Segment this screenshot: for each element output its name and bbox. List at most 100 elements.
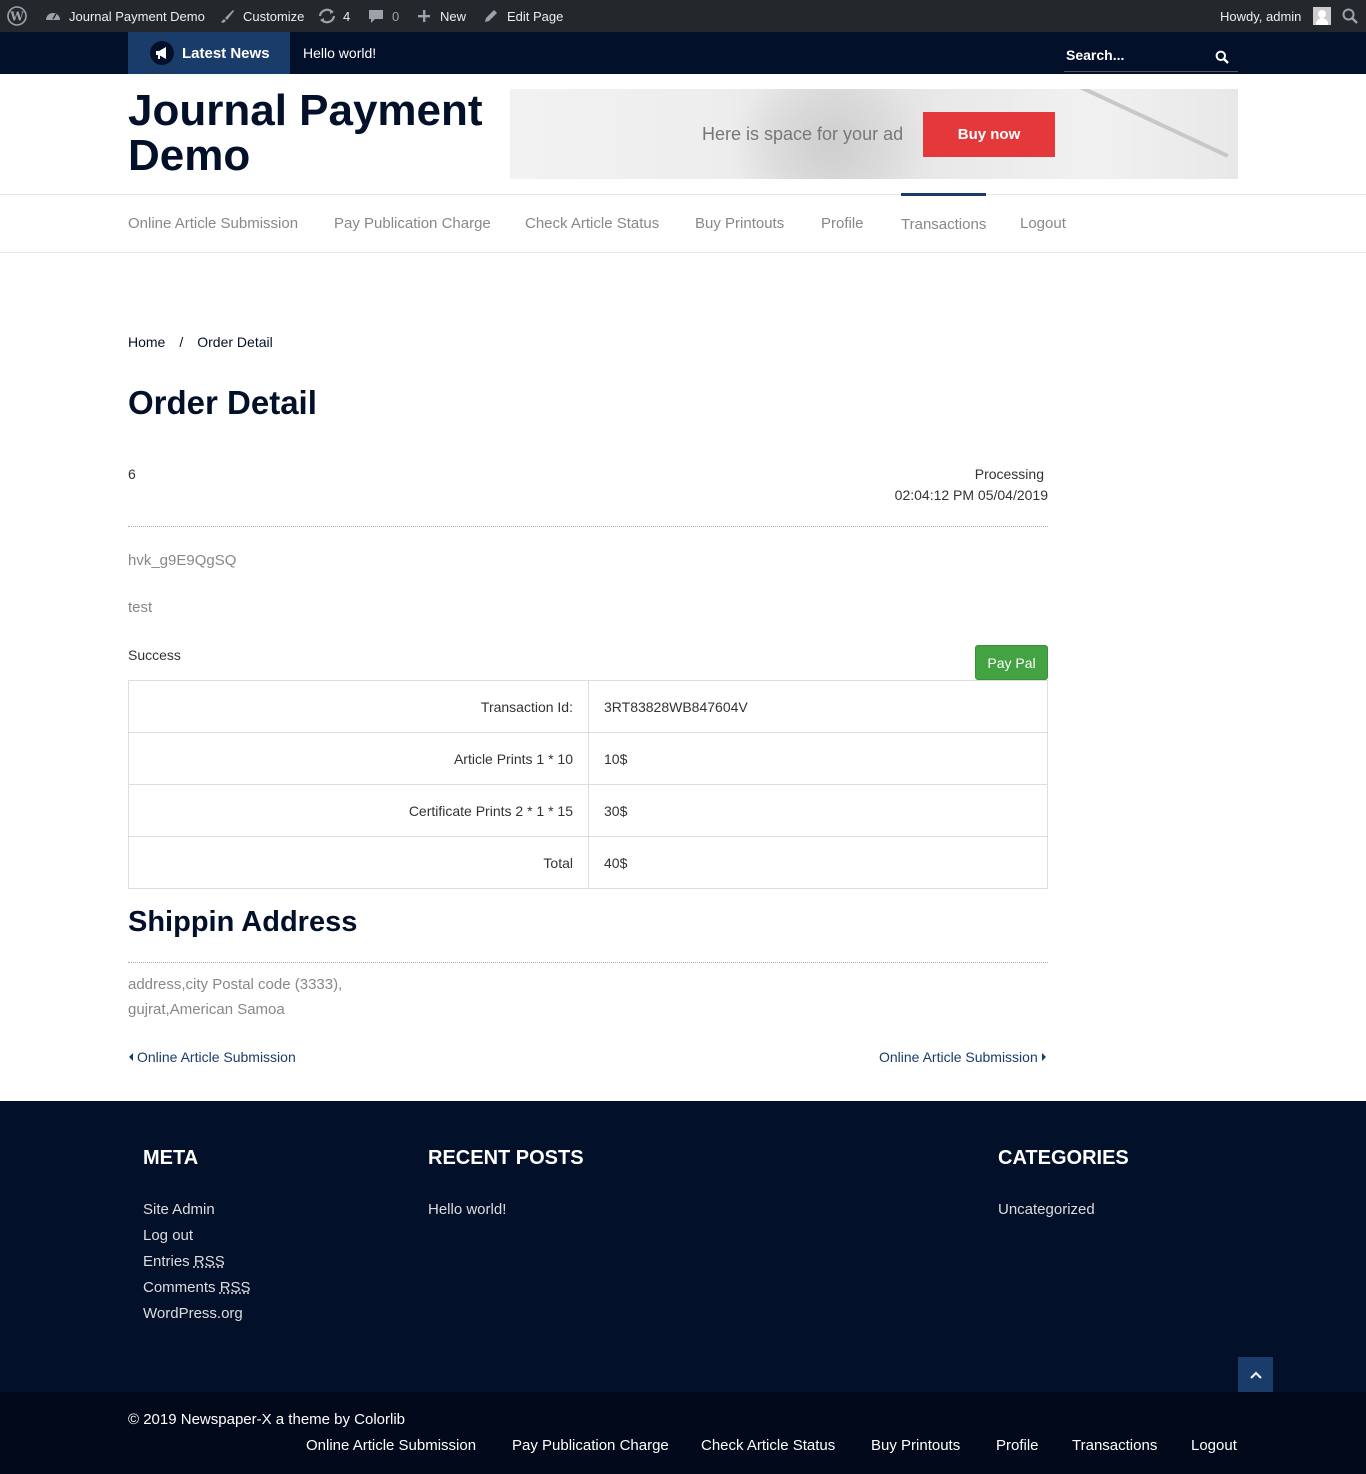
avatar <box>1313 7 1332 25</box>
search-input[interactable] <box>1064 47 1194 63</box>
buy-now-button[interactable]: Buy now <box>923 112 1055 157</box>
main-nav: Online Article Submission Pay Publicatio… <box>0 193 1366 253</box>
breadcrumb-separator: / <box>179 334 184 350</box>
account-menu[interactable]: Howdy, admin <box>1220 0 1332 32</box>
table-cell-value: 10$ <box>588 732 1048 785</box>
breadcrumb: Home / Order Detail <box>128 334 273 350</box>
caret-left-icon <box>129 1053 133 1061</box>
category-link[interactable]: Uncategorized <box>998 1201 1095 1218</box>
ad-banner: Here is space for your ad Buy now <box>510 89 1238 179</box>
nav-transactions[interactable]: Transactions <box>901 193 987 252</box>
nav-buy-printouts[interactable]: Buy Printouts <box>695 195 784 252</box>
comments-label: Comments <box>143 1279 216 1296</box>
plus-icon <box>414 6 434 26</box>
copyright: © 2019 Newspaper-X a theme by Colorlib <box>128 1411 406 1428</box>
updates-link[interactable]: 4 <box>317 0 350 32</box>
breadcrumb-home[interactable]: Home <box>128 334 165 350</box>
customize-label: Customize <box>243 8 305 24</box>
entries-label: Entries <box>143 1253 190 1270</box>
back-to-top-button[interactable] <box>1238 1357 1273 1392</box>
dashboard-icon <box>43 6 63 26</box>
admin-bar: W Journal Payment Demo Customize 4 0 New <box>0 0 1366 32</box>
footer-nav-check-article-status[interactable]: Check Article Status <box>701 1437 835 1454</box>
table-cell-value: 40$ <box>588 836 1048 889</box>
latest-news-headline[interactable]: Hello world! <box>303 32 376 74</box>
megaphone-icon <box>150 41 174 65</box>
table-cell-label: Transaction Id: <box>128 680 589 733</box>
chevron-up-icon <box>1249 1371 1262 1379</box>
payment-status: Success <box>128 647 181 663</box>
rss-abbr: RSS <box>193 1253 225 1270</box>
footer: META Site Admin Log out Entries RSS Comm… <box>0 1101 1366 1392</box>
next-post-label: Online Article Submission <box>879 1049 1038 1065</box>
log-out-link[interactable]: Log out <box>143 1227 193 1244</box>
latest-news-badge: Latest News <box>128 32 290 74</box>
footer-nav-pay-publication-charge[interactable]: Pay Publication Charge <box>512 1437 669 1454</box>
wordpress-org-link[interactable]: WordPress.org <box>143 1305 243 1322</box>
order-code: hvk_g9E9QgSQ <box>128 552 237 569</box>
next-post-link[interactable]: Online Article Submission <box>879 1049 1047 1065</box>
nav-check-article-status[interactable]: Check Article Status <box>525 195 659 252</box>
footer-nav-transactions[interactable]: Transactions <box>1072 1437 1157 1454</box>
footer-nav-profile[interactable]: Profile <box>996 1437 1039 1454</box>
rss-abbr: RSS <box>219 1279 251 1296</box>
nav-pay-publication-charge[interactable]: Pay Publication Charge <box>334 195 491 252</box>
customize-link[interactable]: Customize <box>217 0 304 32</box>
svg-text:W: W <box>9 10 24 24</box>
site-admin-link[interactable]: Site Admin <box>143 1201 215 1218</box>
paypal-badge: Pay Pal <box>975 645 1048 680</box>
table-cell-value: 3RT83828WB847604V <box>588 680 1048 733</box>
footer-nav-logout[interactable]: Logout <box>1191 1437 1237 1454</box>
previous-post-label: Online Article Submission <box>137 1049 296 1065</box>
footer-nav-buy-printouts[interactable]: Buy Printouts <box>871 1437 960 1454</box>
paintbrush-icon <box>217 6 237 26</box>
new-label: New <box>440 8 467 24</box>
order-datetime: 02:04:12 PM 05/04/2019 <box>894 487 1048 503</box>
comments-link[interactable]: 0 <box>366 0 399 32</box>
nav-profile[interactable]: Profile <box>821 195 864 252</box>
site-title[interactable]: Journal Payment Demo <box>128 88 508 178</box>
table-row: Certificate Prints 2 * 1 * 15 30$ <box>128 784 1048 837</box>
edit-page-link[interactable]: Edit Page <box>481 0 563 32</box>
ad-text: Here is space for your ad <box>702 123 904 144</box>
categories-title: CATEGORIES <box>998 1147 1129 1169</box>
page-title: Order Detail <box>128 384 317 421</box>
order-items-table: Transaction Id: 3RT83828WB847604V Articl… <box>128 680 1048 889</box>
divider <box>128 962 1048 963</box>
table-row: Total 40$ <box>128 836 1048 889</box>
wordpress-logo-icon[interactable]: W <box>7 0 27 32</box>
order-note: test <box>128 599 153 616</box>
caret-right-icon <box>1041 1053 1046 1061</box>
latest-news-label: Latest News <box>182 44 270 62</box>
table-row: Article Prints 1 * 10 10$ <box>128 732 1048 785</box>
breadcrumb-current: Order Detail <box>197 334 273 350</box>
nav-logout[interactable]: Logout <box>1020 195 1066 252</box>
order-id: 6 <box>128 466 136 482</box>
recent-post-link[interactable]: Hello world! <box>428 1201 506 1218</box>
comments-rss-link[interactable]: Comments RSS <box>143 1279 251 1296</box>
divider <box>128 526 1048 527</box>
footer-nav-online-article-submission[interactable]: Online Article Submission <box>306 1437 476 1454</box>
table-cell-label: Certificate Prints 2 * 1 * 15 <box>128 784 589 837</box>
header-search <box>1064 39 1238 72</box>
admin-search-icon[interactable] <box>1340 0 1360 32</box>
table-cell-label: Article Prints 1 * 10 <box>128 732 589 785</box>
search-icon[interactable] <box>1212 47 1232 67</box>
previous-post-link[interactable]: Online Article Submission <box>128 1049 296 1065</box>
bottom-bar: © 2019 Newspaper-X a theme by Colorlib O… <box>0 1392 1366 1474</box>
entries-rss-link[interactable]: Entries RSS <box>143 1253 225 1270</box>
nav-online-article-submission[interactable]: Online Article Submission <box>128 195 298 252</box>
shipping-line-1: address,city Postal code (3333), <box>128 976 343 993</box>
updates-icon <box>317 6 337 26</box>
howdy-label: Howdy, admin <box>1220 8 1302 24</box>
news-bar: Latest News Hello world! <box>0 32 1366 74</box>
order-status: Processing <box>974 466 1044 482</box>
shipping-line-2: gujrat,American Samoa <box>128 1001 285 1018</box>
edit-page-label: Edit Page <box>507 8 564 24</box>
shipping-title: Shippin Address <box>128 906 358 938</box>
meta-widget-title: META <box>143 1147 199 1169</box>
new-content-link[interactable]: New <box>414 0 466 32</box>
site-name-link[interactable]: Journal Payment Demo <box>43 0 205 32</box>
table-cell-value: 30$ <box>588 784 1048 837</box>
comment-icon <box>366 6 386 26</box>
